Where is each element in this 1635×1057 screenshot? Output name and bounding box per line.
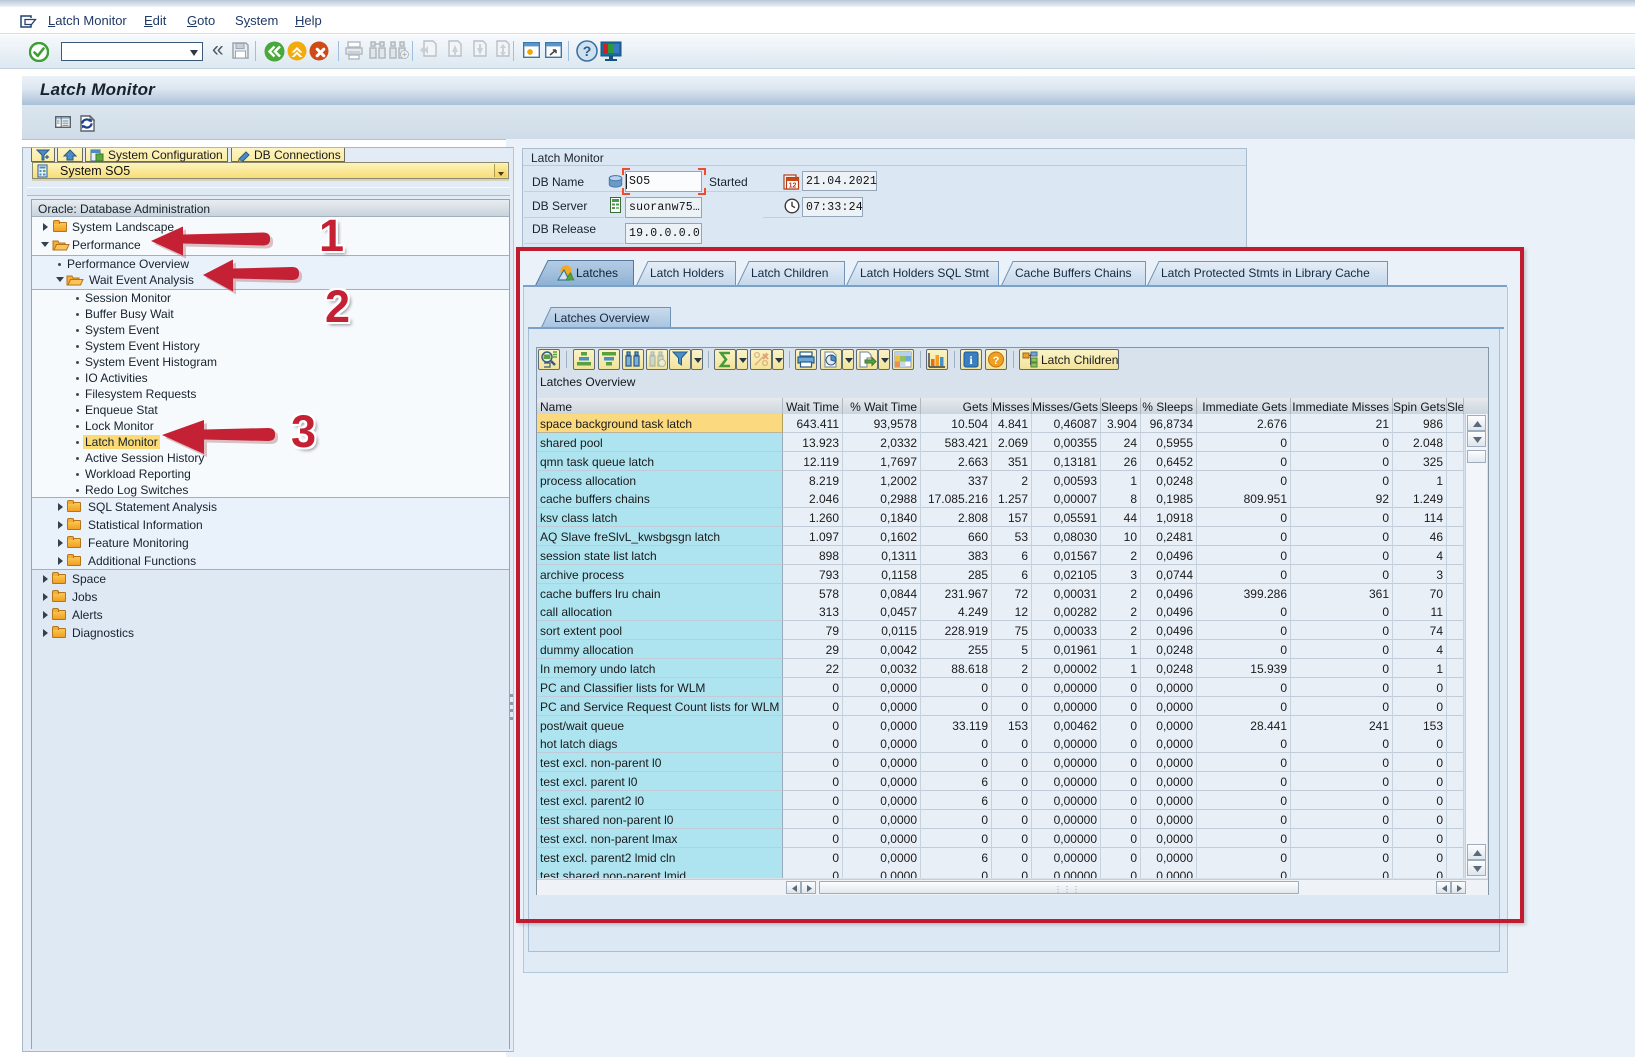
svg-text:?: ? [583,43,592,59]
svg-text:12: 12 [789,183,797,190]
